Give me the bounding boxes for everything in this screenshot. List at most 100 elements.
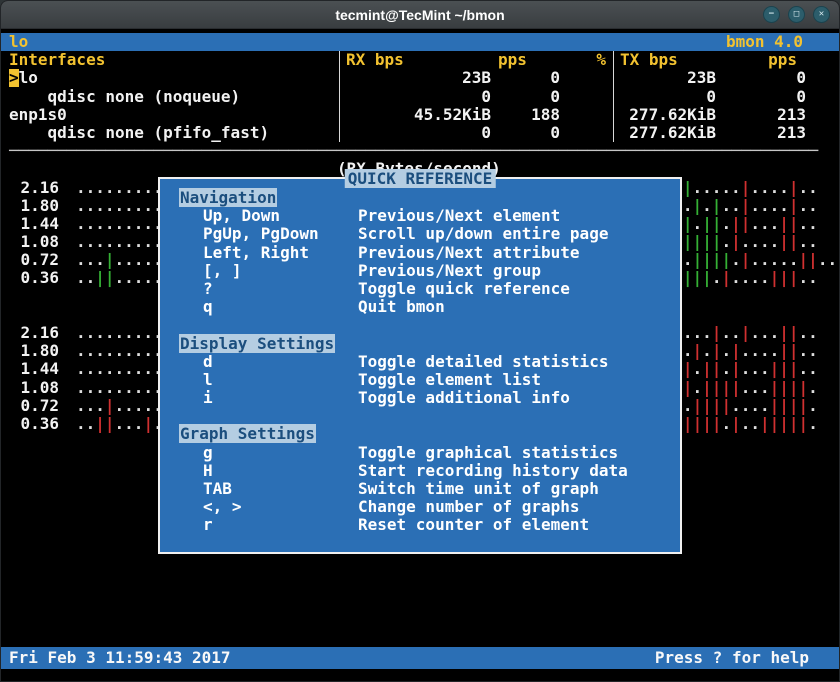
header-interfaces: Interfaces [9, 51, 339, 69]
tx-bar: | [712, 342, 722, 360]
graph-dots: . [808, 379, 818, 397]
tx-pps-value: 0 [721, 69, 811, 87]
graph-dots: .... [750, 179, 789, 197]
graph-dots: .. [799, 324, 818, 342]
dialog-section-gap [160, 316, 680, 334]
y-axis-label: 1.44 [9, 360, 59, 378]
shortcut-description: Toggle quick reference [358, 280, 570, 298]
interface-row[interactable]: qdisc none (pfifo_fast)00277.62KiB213 [1, 124, 839, 142]
maximize-button[interactable]: □ [788, 6, 805, 23]
window-buttons: − □ ✕ [763, 6, 839, 23]
shortcut-key: i [203, 389, 358, 407]
tx-bar: | [731, 342, 741, 360]
separator-line: ────────────────────────────────────────… [1, 142, 839, 160]
shortcut-row: PgUp, PgDownScroll up/down entire page [160, 225, 680, 243]
interface-name: qdisc none (pfifo_fast) [9, 124, 339, 142]
shortcut-row: Left, RightPrevious/Next attribute [160, 244, 680, 262]
graph-dots: . [721, 215, 731, 233]
shortcut-key: PgUp, PgDown [203, 225, 358, 243]
tx-pps-value: 213 [721, 124, 811, 142]
graph-dots: . [693, 379, 703, 397]
tx-bar: | [789, 197, 799, 215]
y-axis-label: 0.36 [9, 415, 59, 433]
y-axis-label: 0.72 [9, 397, 59, 415]
header-tx-pps: pps [721, 51, 811, 69]
tx-bar: | [741, 197, 751, 215]
y-axis-label: 1.08 [9, 233, 59, 251]
rx-pps-value: 0 [496, 124, 568, 142]
minimize-icon: − [769, 9, 774, 19]
interface-name: qdisc none (noqueue) [9, 88, 339, 106]
graph-dots: ..... [693, 179, 741, 197]
percent-value [568, 88, 613, 106]
tx-bar: || [779, 215, 798, 233]
y-axis-label: 0.36 [9, 269, 59, 287]
dialog-title: QUICK REFERENCE [345, 169, 496, 188]
header-rx-pps: pps [496, 51, 568, 69]
minimize-button[interactable]: − [763, 6, 780, 23]
header-percent: % [568, 51, 613, 69]
graph-dots: .. [799, 233, 818, 251]
graph-dots: . [683, 397, 693, 415]
graph-dots: .... [750, 197, 789, 215]
y-axis-label: 1.08 [9, 379, 59, 397]
y-axis-label: 2.16 [9, 179, 59, 197]
dialog-section-gap [160, 407, 680, 425]
graph-dots: . [702, 197, 712, 215]
shortcut-row: Up, DownPrevious/Next element [160, 207, 680, 225]
interface-table-header: Interfaces RX bps pps % TX bps pps [1, 51, 839, 69]
graph-dots: . [731, 251, 741, 269]
rx-bar: | [693, 197, 703, 215]
shortcut-description: Start recording history data [358, 462, 628, 480]
tx-bps-value: 0 [613, 88, 721, 106]
tx-bar: | [143, 415, 153, 433]
interface-row[interactable]: >lo23B023B0 [1, 69, 839, 87]
shortcut-description: Change number of graphs [358, 498, 580, 516]
tx-bar: | [741, 179, 751, 197]
percent-value [568, 69, 613, 87]
interface-row[interactable]: qdisc none (noqueue)0000 [1, 88, 839, 106]
tx-bps-value: 277.62KiB [613, 106, 721, 124]
percent-value [568, 124, 613, 142]
dialog-section-heading: Graph Settings [160, 425, 680, 443]
window-titlebar[interactable]: tecmint@TecMint ~/bmon − □ ✕ [1, 1, 839, 29]
interface-row[interactable]: enp1s045.52KiB188277.62KiB213 [1, 106, 839, 124]
section-heading-text: Graph Settings [179, 424, 316, 443]
terminal-screen[interactable]: lo bmon 4.0 Interfaces RX bps pps % TX b… [1, 29, 839, 682]
y-axis-label: 0.72 [9, 251, 59, 269]
shortcut-key: r [203, 516, 358, 534]
tx-bar: | [721, 269, 731, 287]
rx-bar: | [105, 251, 115, 269]
rx-bar: |||| [693, 251, 732, 269]
tx-bar: || [779, 324, 798, 342]
shortcut-row: ?Toggle quick reference [160, 280, 680, 298]
graph-dots: .... [741, 233, 780, 251]
rx-bps-value: 23B [339, 69, 496, 87]
tx-bar: | [741, 324, 751, 342]
graph-dots: .. [799, 269, 818, 287]
shortcut-description: Quit bmon [358, 298, 445, 316]
shortcut-key: d [203, 353, 358, 371]
graph-dots: . [683, 342, 693, 360]
y-axis-label: 2.16 [9, 324, 59, 342]
graph-dots: .. [799, 360, 818, 378]
graph-dots: ... [76, 397, 105, 415]
graph-dots: ... [750, 324, 779, 342]
close-button[interactable]: ✕ [813, 6, 830, 23]
shortcut-description: Previous/Next group [358, 262, 541, 280]
shortcut-row: iToggle additional info [160, 389, 680, 407]
rx-pps-value: 0 [496, 88, 568, 106]
shortcut-description: Previous/Next element [358, 207, 560, 225]
rx-bar: | [683, 179, 693, 197]
graph-dots: .. [799, 179, 818, 197]
graph-dots: .. [76, 415, 95, 433]
graph-dots: ... [741, 379, 770, 397]
tx-bar: ||| [770, 360, 799, 378]
terminal-window: tecmint@TecMint ~/bmon − □ ✕ lo bmon 4.0… [0, 0, 840, 682]
graph-dots: .... [731, 397, 770, 415]
graph-dots: .. [721, 324, 740, 342]
graph-dots: .. [721, 197, 740, 215]
interface-name: >lo [9, 69, 339, 87]
graph-dots: .... [741, 342, 780, 360]
graph-dots: . [683, 251, 693, 269]
